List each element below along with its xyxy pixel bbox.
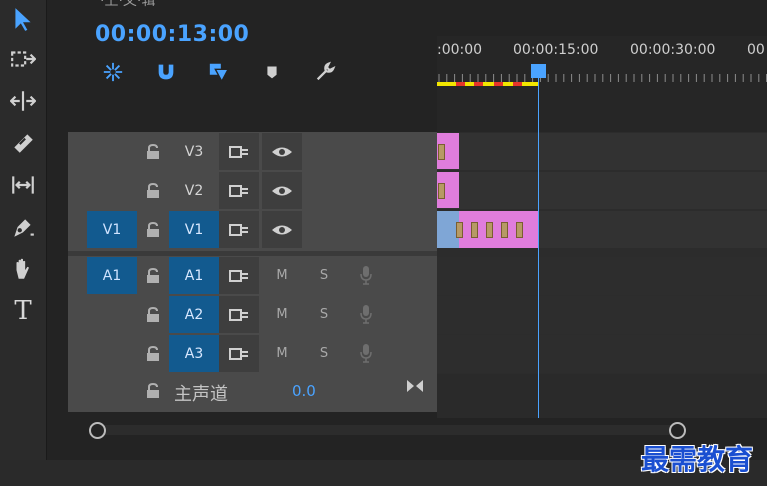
clip-fx-badge [456,222,463,238]
linked-selection-icon[interactable] [206,60,232,84]
microphone-icon[interactable] [358,342,374,364]
slip-tool-icon[interactable] [6,168,40,202]
mute-button[interactable]: M [271,342,293,364]
track-select-tool-icon[interactable] [6,42,40,76]
solo-button[interactable]: S [313,303,335,325]
audio-track-a1[interactable] [437,257,767,295]
video-track-v3[interactable] [437,133,767,170]
microphone-icon[interactable] [358,264,374,286]
clip-fx-badge [501,222,508,238]
solo-button[interactable]: S [313,342,335,364]
zoom-scrollbar[interactable] [96,425,676,435]
ripple-edit-tool-icon[interactable] [6,84,40,118]
lock-icon[interactable] [144,181,162,201]
track-name-v3[interactable]: V3 [169,133,219,170]
sync-lock-button[interactable] [219,133,259,170]
sync-lock-button[interactable] [219,172,259,209]
playhead-timecode[interactable]: 00:00:13:00 [95,22,249,47]
video-audio-divider[interactable] [68,251,438,256]
selection-tool-icon[interactable] [6,2,40,36]
track-name-v2[interactable]: V2 [169,172,219,209]
clip-fx-badge [438,183,445,199]
razor-tool-icon[interactable] [6,126,40,160]
work-area-bar[interactable] [437,82,539,86]
sync-lock-button[interactable] [219,257,259,294]
lock-icon[interactable] [144,142,162,162]
pen-tool-icon[interactable] [6,210,40,244]
playhead-handle[interactable] [531,64,546,78]
ruler-label: 00:00:15:00 [513,42,599,58]
sync-lock-button[interactable] [219,296,259,333]
zoom-handle-left[interactable] [89,422,106,439]
sequence-title: ·上·文·辑 [100,0,156,9]
lock-icon[interactable] [144,305,162,325]
render-bar-segment [494,82,503,86]
source-patch-v1[interactable]: V1 [87,211,137,248]
solo-button[interactable]: S [313,264,335,286]
hand-tool-icon[interactable] [6,252,40,286]
clip-fx-badge [516,222,523,238]
lock-icon[interactable] [144,220,162,240]
add-marker-icon[interactable] [259,60,285,84]
track-name-a3[interactable]: A3 [169,335,219,372]
mute-button[interactable]: M [271,303,293,325]
track-name-v1[interactable]: V1 [169,211,219,248]
eye-icon[interactable] [262,172,302,209]
magnet-icon[interactable] [153,60,179,84]
ruler-ticks [438,74,767,82]
type-tool-glyph: T [14,296,32,326]
eye-icon[interactable] [262,211,302,248]
audio-track-a2[interactable] [437,296,767,334]
eye-icon[interactable] [262,133,302,170]
master-track[interactable] [437,374,767,418]
sync-lock-button[interactable] [219,335,259,372]
type-tool-icon[interactable]: T [6,294,40,328]
track-name-a1[interactable]: A1 [169,257,219,294]
track-name-a2[interactable]: A2 [169,296,219,333]
snap-icon[interactable] [100,60,126,84]
sync-lock-button[interactable] [219,211,259,248]
microphone-icon[interactable] [358,303,374,325]
wrench-icon[interactable] [312,60,338,84]
lock-icon[interactable] [144,381,162,401]
lock-icon[interactable] [144,266,162,286]
ruler-label: 00:00:30:00 [630,42,716,58]
render-bar-segment [513,82,522,86]
clip-fx-badge [486,222,493,238]
source-patch-a1[interactable]: A1 [87,257,137,294]
clip-fx-badge [471,222,478,238]
render-bar-segment [456,82,465,86]
master-track-label: 主声道 [174,384,228,405]
clip-fx-badge [438,144,445,160]
master-volume-value[interactable]: 0.0 [292,382,316,400]
zoom-handle-right[interactable] [669,422,686,439]
video-track-v2[interactable] [437,172,767,209]
ruler-label: :00:00 [437,42,483,58]
render-bar-segment [474,82,483,86]
watermark-logo: 最需教育 [641,443,754,476]
go-to-master-icon[interactable] [405,377,425,395]
playhead-line[interactable] [538,70,539,420]
audio-track-a3[interactable] [437,335,767,373]
ruler-label: 00 [747,42,765,58]
mute-button[interactable]: M [271,264,293,286]
tools-panel: T [0,0,47,460]
lock-icon[interactable] [144,344,162,364]
